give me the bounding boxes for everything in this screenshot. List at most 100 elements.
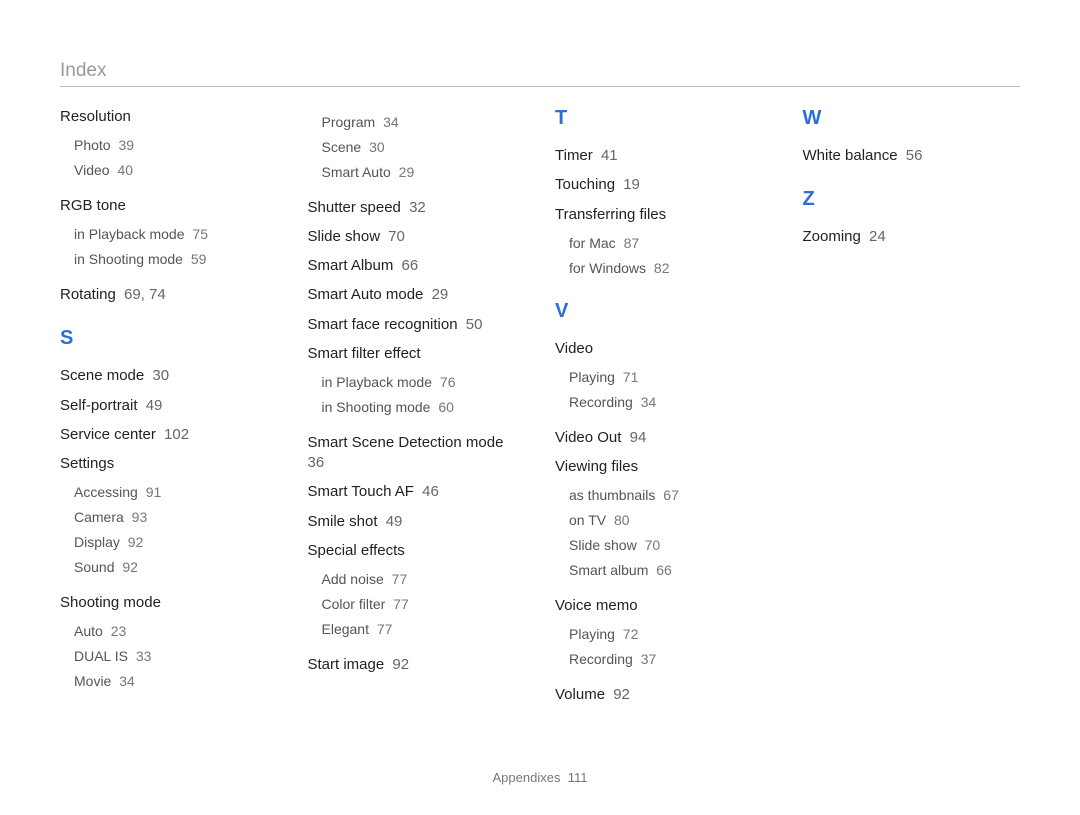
- index-sub-page: 39: [115, 137, 134, 153]
- index-entry-label: Self-portrait: [60, 397, 138, 414]
- index-block: Special effectsAdd noise 77Color filter …: [308, 541, 526, 639]
- title-divider: [60, 86, 1020, 87]
- index-sub-label: Add noise: [322, 571, 384, 587]
- index-block: Transferring filesfor Mac 87for Windows …: [555, 205, 773, 278]
- index-column-1: ResolutionPhoto 39Video 40RGB tonein Pla…: [60, 107, 278, 714]
- index-sub-entry: Smart Auto 29: [322, 163, 526, 182]
- index-sub-label: Camera: [74, 509, 124, 525]
- index-entry: Smart face recognition 50: [308, 315, 526, 335]
- footer-page-number: 111: [568, 770, 588, 785]
- index-entry-page: 49: [382, 513, 403, 530]
- index-page: Index ResolutionPhoto 39Video 40RGB tone…: [0, 0, 1080, 815]
- index-entry: Smart Album 66: [308, 256, 526, 276]
- index-sub-label: in Shooting mode: [74, 251, 183, 267]
- index-sub-page: 34: [637, 394, 656, 410]
- index-sub-page: 71: [619, 369, 638, 385]
- index-block: SettingsAccessing 91Camera 93Display 92S…: [60, 454, 278, 577]
- index-sub-label: Smart Auto: [322, 164, 391, 180]
- index-block-title: Transferring files: [555, 205, 773, 225]
- index-sub-page: 87: [620, 235, 639, 251]
- index-sub-entry: Scene 30: [322, 138, 526, 157]
- index-sub-entry: Program 34: [322, 113, 526, 132]
- index-entry-label: Smart Touch AF: [308, 483, 414, 500]
- index-entry-page: 94: [625, 429, 646, 446]
- index-entry-label: Smile shot: [308, 513, 378, 530]
- index-entry: Touching 19: [555, 175, 773, 195]
- index-letter: S: [60, 327, 278, 350]
- index-sub-page: 66: [652, 562, 671, 578]
- index-sub-entry: DUAL IS 33: [74, 647, 278, 666]
- index-sub-label: in Playback mode: [322, 374, 433, 390]
- index-sub-page: 40: [114, 162, 133, 178]
- index-block-title: Special effects: [308, 541, 526, 561]
- index-entry-label: Smart Scene Detection mode: [308, 434, 504, 451]
- index-sub-page: 76: [436, 374, 455, 390]
- index-block-title: Video: [555, 339, 773, 359]
- index-sub-page: 33: [132, 648, 151, 664]
- index-sub-label: Slide show: [569, 537, 637, 553]
- index-entry: Video Out 94: [555, 428, 773, 448]
- index-entry-page: 92: [388, 656, 409, 673]
- index-sub-label: in Shooting mode: [322, 399, 431, 415]
- index-entry: Smart Auto mode 29: [308, 285, 526, 305]
- index-entry: Scene mode 30: [60, 366, 278, 386]
- page-title: Index: [60, 60, 1020, 82]
- index-sub-page: 72: [619, 626, 638, 642]
- index-sub-entry: Camera 93: [74, 508, 278, 527]
- index-sub-page: 34: [379, 114, 398, 130]
- index-sub-page: 30: [365, 139, 384, 155]
- index-block: ResolutionPhoto 39Video 40: [60, 107, 278, 180]
- index-sub-page: 92: [124, 534, 143, 550]
- index-sub-label: Smart album: [569, 562, 648, 578]
- index-sub-entry: Auto 23: [74, 622, 278, 641]
- index-sub-entry: Add noise 77: [322, 570, 526, 589]
- index-letter: Z: [803, 188, 1021, 211]
- index-entry-label: Video Out: [555, 429, 621, 446]
- index-sub-label: Photo: [74, 137, 111, 153]
- index-sub-label: Recording: [569, 651, 633, 667]
- index-entry-label: Start image: [308, 656, 385, 673]
- index-sub-label: Video: [74, 162, 110, 178]
- index-entry-page: 92: [609, 686, 630, 703]
- index-entry-label: Volume: [555, 686, 605, 703]
- index-sub-entry: in Playback mode 76: [322, 373, 526, 392]
- index-sub-entry: Recording 34: [569, 393, 773, 412]
- index-block: Viewing filesas thumbnails 67on TV 80Sli…: [555, 457, 773, 580]
- index-entry-label: Timer: [555, 147, 593, 164]
- index-sub-entry: as thumbnails 67: [569, 486, 773, 505]
- index-sub-page: 77: [373, 621, 392, 637]
- index-column-2: Program 34Scene 30Smart Auto 29Shutter s…: [308, 107, 526, 714]
- index-entry-label: Smart Album: [308, 257, 394, 274]
- index-sub-label: Sound: [74, 559, 114, 575]
- index-entry: White balance 56: [803, 146, 1021, 166]
- index-sub-entry: Movie 34: [74, 672, 278, 691]
- index-block-title: Voice memo: [555, 596, 773, 616]
- index-sub-entry: on TV 80: [569, 511, 773, 530]
- index-sub-label: Program: [322, 114, 376, 130]
- index-sub-label: Color filter: [322, 596, 386, 612]
- index-sub-entry: for Windows 82: [569, 259, 773, 278]
- index-sub-page: 70: [641, 537, 660, 553]
- index-sub-entry: Display 92: [74, 533, 278, 552]
- index-entry-page: 36: [308, 454, 325, 471]
- index-entry-page: 41: [597, 147, 618, 164]
- index-sub-entry: Smart album 66: [569, 561, 773, 580]
- index-block-title: Settings: [60, 454, 278, 474]
- index-sub-page: 93: [128, 509, 147, 525]
- index-sub-label: in Playback mode: [74, 226, 185, 242]
- index-sub-entry: in Shooting mode 59: [74, 250, 278, 269]
- index-columns: ResolutionPhoto 39Video 40RGB tonein Pla…: [60, 107, 1020, 714]
- index-sub-label: Display: [74, 534, 120, 550]
- index-entry-page: 70: [384, 228, 405, 245]
- index-sub-page: 82: [650, 260, 669, 276]
- index-entry-label: Service center: [60, 426, 156, 443]
- index-entry: Timer 41: [555, 146, 773, 166]
- index-column-3: TTimer 41Touching 19Transferring filesfo…: [555, 107, 773, 714]
- index-sub-page: 23: [107, 623, 126, 639]
- index-entry-page: 29: [427, 286, 448, 303]
- index-block-title: Smart filter effect: [308, 344, 526, 364]
- index-sub-entry: Photo 39: [74, 136, 278, 155]
- index-letter: T: [555, 107, 773, 130]
- index-sub-entry: Elegant 77: [322, 620, 526, 639]
- index-sub-label: Playing: [569, 369, 615, 385]
